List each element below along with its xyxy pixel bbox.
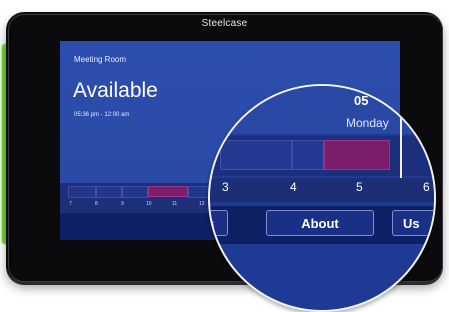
availability-status: Available bbox=[73, 79, 158, 102]
timeline-slot[interactable] bbox=[96, 186, 122, 198]
availability-time-range: 05:36 pm - 12:00 am bbox=[74, 112, 130, 118]
timeline-booked-slot[interactable] bbox=[148, 186, 188, 197]
timeline-hour-label: 9 bbox=[121, 201, 124, 207]
room-name: Meeting Room bbox=[74, 55, 127, 64]
timeline-hour-label: 10 bbox=[146, 201, 152, 207]
timeline-slot[interactable] bbox=[68, 186, 96, 198]
about-button[interactable]: About bbox=[266, 210, 374, 236]
timeline-hour-label: 12 bbox=[199, 201, 205, 207]
use-button[interactable]: Us bbox=[392, 210, 434, 236]
hour-label: 4 bbox=[290, 180, 297, 194]
magnifier-lens: 05 Monday 3 4 5 6 ls About Us bbox=[208, 84, 436, 312]
hour-label: 6 bbox=[423, 180, 430, 194]
room-display-device: Steelcase Meeting Room Available 05:36 p… bbox=[0, 0, 449, 312]
magnified-view: 05 Monday 3 4 5 6 ls About Us bbox=[210, 86, 434, 310]
timeline-slot[interactable] bbox=[122, 186, 148, 198]
current-time: 05 bbox=[354, 93, 369, 108]
brand-logo-text: Steelcase bbox=[201, 18, 248, 29]
schedule-booked-slot[interactable] bbox=[324, 140, 390, 170]
timeline-hour-label: 8 bbox=[95, 201, 98, 207]
magnified-schedule-grid[interactable] bbox=[210, 136, 434, 176]
schedule-slot[interactable] bbox=[220, 140, 292, 170]
timeline-hour-label: 7 bbox=[69, 201, 72, 207]
timeline-hour-label: 11 bbox=[172, 201, 178, 207]
hour-label: 5 bbox=[356, 180, 363, 194]
magnified-button-bar: ls About Us bbox=[210, 206, 434, 244]
current-day: Monday bbox=[346, 116, 389, 130]
magnified-header bbox=[210, 86, 434, 134]
details-button[interactable]: ls bbox=[210, 210, 228, 236]
schedule-slot[interactable] bbox=[292, 140, 324, 170]
hour-label: 3 bbox=[222, 180, 229, 194]
magnified-hour-labels: 3 4 5 6 bbox=[210, 178, 434, 202]
